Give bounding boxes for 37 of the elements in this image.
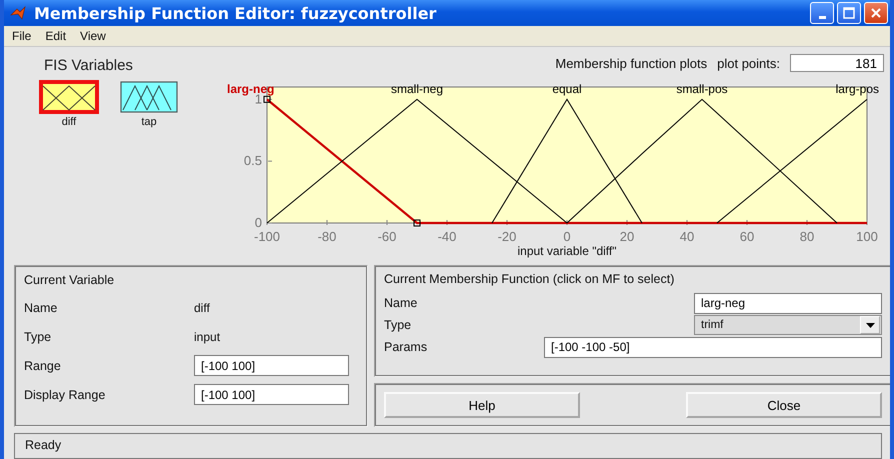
curve-label: small-pos [676, 82, 728, 96]
field-label: Type [24, 330, 52, 344]
y-tick-label: 0 [254, 215, 262, 230]
status-bar: Ready [14, 433, 882, 459]
curve-label: small-neg [390, 82, 444, 96]
x-tick-label: 80 [800, 229, 814, 244]
panel-title: Current Membership Function (click on MF to select) [384, 272, 676, 286]
field-label: Name [384, 296, 418, 310]
x-tick-label: -20 [498, 229, 516, 244]
field-value: diff [194, 300, 210, 314]
field-label: Name [24, 300, 58, 314]
curve-label: larg-neg [227, 82, 274, 96]
x-tick-label: -80 [318, 229, 336, 244]
field-label: Range [24, 358, 62, 372]
x-tick-label: -100 [254, 229, 280, 244]
section-title: FIS Variables [44, 57, 134, 74]
curve-label: larg-pos [836, 82, 879, 96]
x-tick-label: -60 [378, 229, 396, 244]
plot-points-label: plot points: [717, 56, 780, 70]
x-tick-label: -40 [438, 229, 456, 244]
panel-title: Current Variable [24, 273, 116, 287]
x-axis-title: input variable "diff" [517, 244, 617, 258]
field-label: Type [384, 318, 412, 332]
x-tick-label: 40 [680, 229, 694, 244]
field-value: input [194, 330, 220, 344]
curve-label: equal [552, 82, 582, 96]
variable-label: diff [62, 116, 76, 128]
variable-label: tap [141, 116, 157, 128]
y-tick-label: 0.5 [244, 153, 262, 168]
x-tick-label: 0 [563, 229, 571, 244]
x-tick-label: 100 [856, 229, 878, 244]
field-label: Params [384, 340, 428, 354]
x-tick-label: 60 [740, 229, 754, 244]
field-label: Display Range [24, 388, 106, 402]
plot-title: Membership function plots [555, 56, 708, 70]
x-tick-label: 20 [620, 229, 634, 244]
window-title: Membership Function Editor: fuzzycontroller [34, 4, 438, 22]
